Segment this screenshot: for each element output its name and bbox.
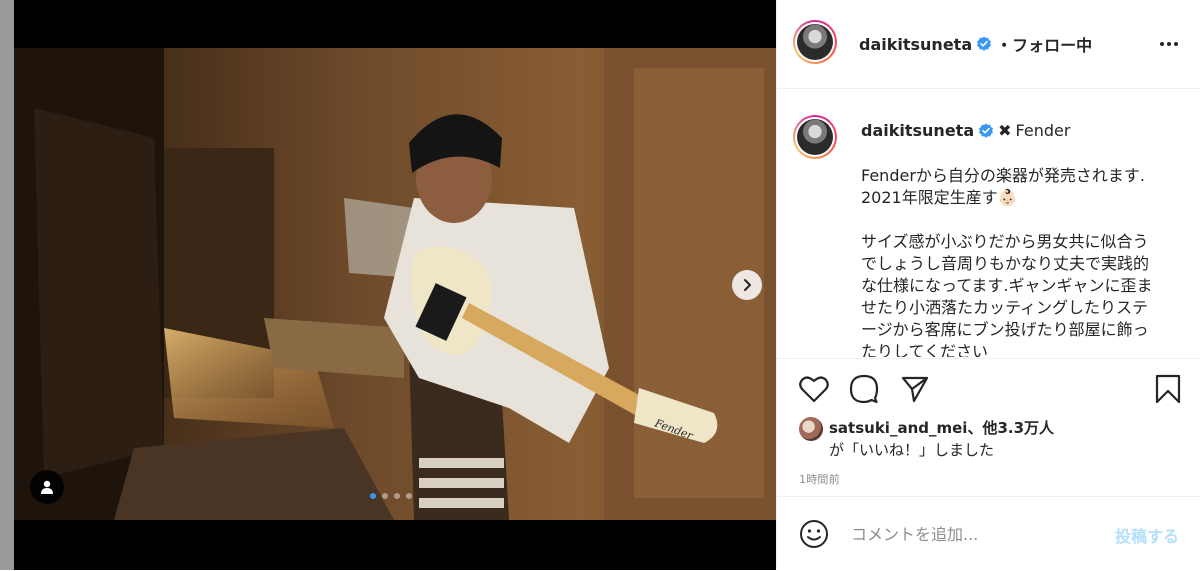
post-actions: satsuki_and_mei、他3.3万人 が「いいね！」しました 1時間前	[777, 358, 1200, 491]
caption-author-username[interactable]: daikitsuneta	[861, 121, 974, 140]
more-options-button[interactable]	[1159, 34, 1179, 58]
comment-button[interactable]	[849, 374, 879, 408]
collab-brand: Fender	[1015, 121, 1071, 140]
verified-badge-icon	[977, 36, 992, 51]
user-tag-icon	[41, 480, 53, 494]
comment-bubble-icon	[849, 374, 879, 404]
verified-badge-icon	[979, 123, 994, 138]
photo-illustration: Fender	[14, 48, 776, 520]
tagged-users-button[interactable]	[30, 470, 64, 504]
emoji-button[interactable]	[799, 519, 829, 553]
post-media: Fender	[14, 0, 776, 570]
author-username[interactable]: daikitsuneta	[859, 35, 972, 54]
caption-author-avatar[interactable]	[793, 115, 837, 159]
header-author-line: daikitsuneta ・フォロー中	[859, 32, 1092, 56]
carousel-dot-3	[394, 493, 400, 499]
carousel-dot-1	[370, 493, 376, 499]
like-button[interactable]	[799, 375, 829, 407]
collab-mark: ✖	[998, 121, 1012, 140]
carousel-dot-4	[406, 493, 412, 499]
paper-plane-icon	[901, 376, 929, 403]
share-button[interactable]	[901, 375, 929, 407]
post-header: daikitsuneta ・フォロー中	[777, 0, 1200, 89]
post-side-panel: daikitsuneta ・フォロー中 daikitsuneta ✖ Fende…	[776, 0, 1200, 570]
post-caption: Fenderから自分の楽器が発売されます. 2021年限定生産す👶🏻 サイズ感が…	[861, 166, 1153, 357]
comment-input[interactable]	[849, 521, 1103, 547]
more-horizontal-icon	[1160, 42, 1178, 46]
heart-icon	[799, 376, 829, 403]
comment-bar: 投稿する	[777, 496, 1200, 571]
carousel-indicator	[370, 493, 412, 499]
following-status-button[interactable]: ・フォロー中	[996, 32, 1092, 56]
caption-author-avatar-image	[797, 119, 833, 155]
likes-count[interactable]: 、他3.3万人	[967, 419, 1054, 437]
author-avatar-image	[797, 24, 833, 60]
likes-suffix: が「いいね！」しました	[829, 441, 995, 459]
save-button[interactable]	[1155, 374, 1181, 408]
liker-avatar[interactable]	[799, 417, 823, 441]
chevron-right-icon	[744, 279, 751, 291]
smiley-icon	[800, 520, 828, 548]
post-photo: Fender	[14, 48, 776, 520]
caption-scroll-area[interactable]: daikitsuneta ✖ Fender Fenderから自分の楽器が発売され…	[777, 89, 1200, 357]
next-slide-button[interactable]	[732, 270, 762, 300]
carousel-dot-2	[382, 493, 388, 499]
page-left-edge	[0, 0, 14, 570]
post-comment-button[interactable]: 投稿する	[1115, 523, 1179, 547]
likes-summary: satsuki_and_mei、他3.3万人 が「いいね！」しました	[799, 417, 1054, 461]
post-timestamp[interactable]: 1時間前	[799, 471, 840, 487]
likes-text: satsuki_and_mei、他3.3万人 が「いいね！」しました	[829, 417, 1054, 461]
bookmark-icon	[1155, 374, 1181, 404]
author-avatar[interactable]	[793, 20, 837, 64]
caption-author-line: daikitsuneta ✖ Fender	[861, 121, 1070, 140]
liker-username[interactable]: satsuki_and_mei	[829, 419, 967, 437]
